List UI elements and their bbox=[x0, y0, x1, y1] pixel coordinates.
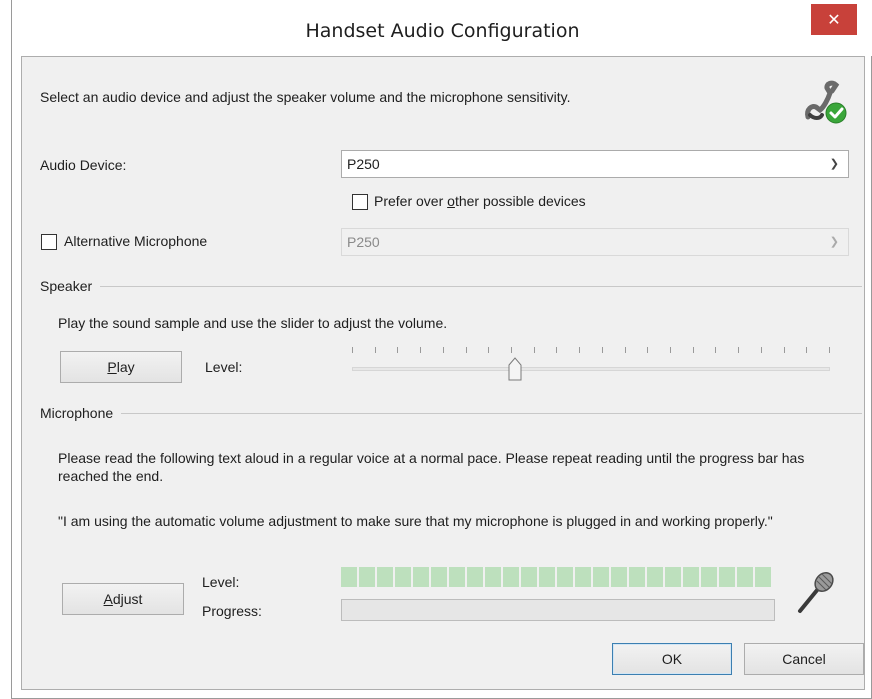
slider-ticks bbox=[352, 347, 830, 355]
prefer-device-label[interactable]: Prefer over other possible devices bbox=[374, 193, 586, 209]
level-segment bbox=[701, 567, 717, 587]
slider-tick bbox=[783, 347, 785, 353]
level-segment bbox=[521, 567, 537, 587]
slider-tick bbox=[806, 347, 808, 353]
dialog-window: Handset Audio Configuration ✕ Select an … bbox=[11, 0, 872, 699]
close-icon: ✕ bbox=[827, 11, 841, 29]
speaker-instruction: Play the sound sample and use the slider… bbox=[58, 315, 448, 331]
slider-tick bbox=[488, 347, 490, 353]
slider-tick bbox=[829, 347, 830, 353]
slider-tick bbox=[760, 347, 762, 353]
chevron-down-icon: ❯ bbox=[829, 236, 839, 248]
slider-tick bbox=[397, 347, 399, 353]
progress-label: Progress: bbox=[202, 603, 262, 619]
ok-button[interactable]: OK bbox=[612, 643, 732, 675]
window-title: Handset Audio Configuration bbox=[305, 20, 580, 42]
alternative-microphone-select: P250 ❯ bbox=[341, 228, 849, 256]
level-segment bbox=[557, 567, 573, 587]
slider-tick bbox=[352, 347, 353, 353]
slider-tick bbox=[692, 347, 694, 353]
instructions-text: Select an audio device and adjust the sp… bbox=[40, 89, 571, 105]
level-segment bbox=[539, 567, 555, 587]
dialog-body: Select an audio device and adjust the sp… bbox=[21, 56, 865, 690]
level-segment bbox=[593, 567, 609, 587]
level-segment bbox=[647, 567, 663, 587]
level-segment bbox=[413, 567, 429, 587]
level-segment bbox=[611, 567, 627, 587]
title-bar[interactable]: Handset Audio Configuration ✕ bbox=[12, 0, 872, 56]
speaker-level-label: Level: bbox=[205, 359, 243, 375]
audio-device-select[interactable]: P250 ❯ bbox=[341, 150, 849, 178]
slider-tick bbox=[670, 347, 671, 353]
speaker-group-label: Speaker bbox=[40, 278, 101, 294]
level-segment bbox=[719, 567, 735, 587]
microphone-group-label: Microphone bbox=[40, 405, 122, 421]
slider-tick bbox=[579, 347, 581, 353]
level-segment bbox=[737, 567, 753, 587]
level-segment bbox=[467, 567, 483, 587]
microphone-level-meter bbox=[341, 567, 771, 587]
slider-tick bbox=[374, 347, 376, 353]
slider-tick bbox=[442, 347, 444, 353]
level-segment bbox=[341, 567, 357, 587]
level-segment bbox=[755, 567, 771, 587]
slider-tick bbox=[556, 347, 558, 353]
slider-tick bbox=[465, 347, 467, 353]
microphone-group-divider bbox=[42, 413, 862, 414]
speaker-group-divider bbox=[42, 286, 862, 287]
microphone-icon bbox=[798, 572, 834, 613]
level-segment bbox=[377, 567, 393, 587]
level-segment bbox=[359, 567, 375, 587]
slider-tick bbox=[511, 347, 512, 353]
close-button[interactable]: ✕ bbox=[811, 4, 857, 35]
audio-device-value: P250 bbox=[347, 156, 380, 172]
level-segment bbox=[431, 567, 447, 587]
level-segment bbox=[449, 567, 465, 587]
prefer-device-checkbox[interactable] bbox=[352, 194, 368, 210]
microphone-quote: "I am using the automatic volume adjustm… bbox=[58, 513, 773, 529]
slider-tick bbox=[420, 347, 422, 353]
alternative-microphone-label[interactable]: Alternative Microphone bbox=[64, 233, 207, 249]
slider-tick bbox=[601, 347, 603, 353]
slider-tick bbox=[533, 347, 535, 353]
level-segment bbox=[503, 567, 519, 587]
level-segment bbox=[395, 567, 411, 587]
progress-bar bbox=[341, 599, 775, 621]
adjust-button[interactable]: Adjust bbox=[62, 583, 184, 615]
slider-thumb[interactable] bbox=[508, 357, 522, 381]
alternative-microphone-value: P250 bbox=[347, 234, 380, 250]
level-segment bbox=[629, 567, 645, 587]
play-button[interactable]: Play bbox=[60, 351, 182, 383]
audio-device-label: Audio Device: bbox=[40, 157, 127, 173]
slider-tick bbox=[738, 347, 740, 353]
level-segment bbox=[665, 567, 681, 587]
level-segment bbox=[575, 567, 591, 587]
volume-slider[interactable] bbox=[352, 343, 830, 383]
chevron-down-icon: ❯ bbox=[829, 158, 839, 170]
cancel-button[interactable]: Cancel bbox=[744, 643, 864, 675]
handset-check-icon bbox=[805, 80, 847, 124]
microphone-level-label: Level: bbox=[202, 574, 240, 590]
slider-tick bbox=[647, 347, 649, 353]
level-segment bbox=[683, 567, 699, 587]
level-segment bbox=[485, 567, 501, 587]
alternative-microphone-checkbox[interactable] bbox=[41, 234, 57, 250]
slider-tick bbox=[624, 347, 626, 353]
slider-tick bbox=[715, 347, 717, 353]
slider-track bbox=[352, 367, 830, 371]
microphone-instruction: Please read the following text aloud in … bbox=[58, 450, 805, 484]
